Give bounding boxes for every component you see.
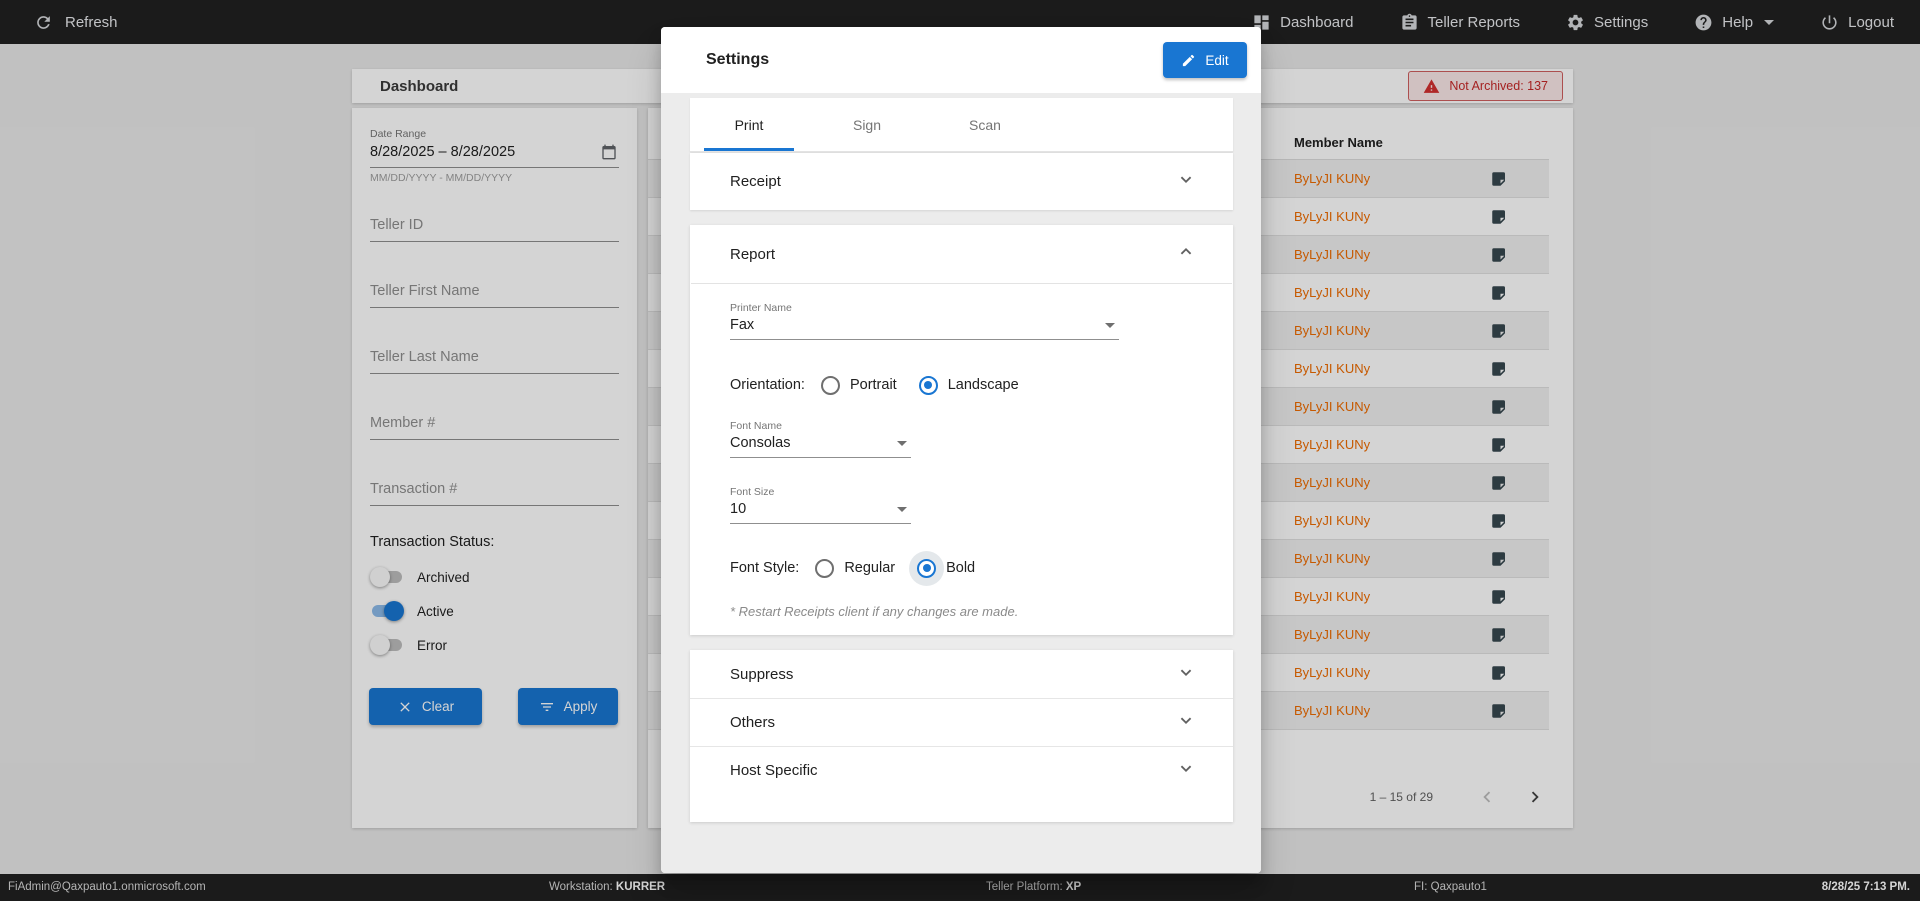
printer-name-select[interactable]: Printer Name Fax [730,302,1119,340]
settings-modal-body: Print Sign Scan Receipt Report Printer N… [661,93,1261,873]
radio-icon [919,376,938,395]
dropdown-caret-icon [897,507,907,512]
accordion-suppress[interactable]: Suppress [690,650,1233,698]
settings-modal: Settings Edit Print Sign Scan Receipt Re… [661,27,1261,873]
accordion-report: Report Printer Name Fax Orientation: P [690,225,1233,635]
chevron-down-icon [1175,709,1197,736]
font-name-select[interactable]: Font Name Consolas [730,420,911,458]
panel-bottom-padding [690,794,1233,822]
chevron-down-icon [1175,757,1197,784]
restart-note: * Restart Receipts client if any changes… [730,604,1178,619]
pencil-icon [1181,53,1196,68]
tab-print[interactable]: Print [690,98,808,151]
radio-landscape[interactable]: Landscape [919,376,1019,395]
chevron-down-icon [1175,168,1197,195]
chevron-down-icon [1175,661,1197,688]
radio-icon [821,376,840,395]
accordion-others[interactable]: Others [690,698,1233,746]
radio-icon [917,559,936,578]
dropdown-caret-icon [897,441,907,446]
accordion-host-specific[interactable]: Host Specific [690,746,1233,794]
orientation-label: Orientation: [730,377,805,393]
edit-button[interactable]: Edit [1163,42,1247,78]
modal-title: Settings [706,51,769,69]
tab-scan[interactable]: Scan [926,98,1044,151]
orientation-field: Orientation: Portrait Landscape [730,364,1178,406]
report-settings-form: Printer Name Fax Orientation: Portrait L… [690,284,1233,635]
settings-tabs: Print Sign Scan [690,98,1233,152]
chevron-up-icon [1175,241,1197,268]
font-size-select[interactable]: Font Size 10 [730,486,911,524]
settings-modal-header: Settings Edit [661,27,1261,93]
radio-regular[interactable]: Regular [815,559,895,578]
font-style-label: Font Style: [730,560,799,576]
accordion-receipt[interactable]: Receipt [690,153,1233,210]
dropdown-caret-icon [1105,323,1115,328]
radio-portrait[interactable]: Portrait [821,376,897,395]
collapsed-accordion-group: Suppress Others Host Specific [690,650,1233,822]
radio-bold[interactable]: Bold [917,559,975,578]
accordion-report-header[interactable]: Report [690,225,1233,283]
tab-sign[interactable]: Sign [808,98,926,151]
font-style-field: Font Style: Regular Bold [730,550,1178,586]
radio-icon [815,559,834,578]
